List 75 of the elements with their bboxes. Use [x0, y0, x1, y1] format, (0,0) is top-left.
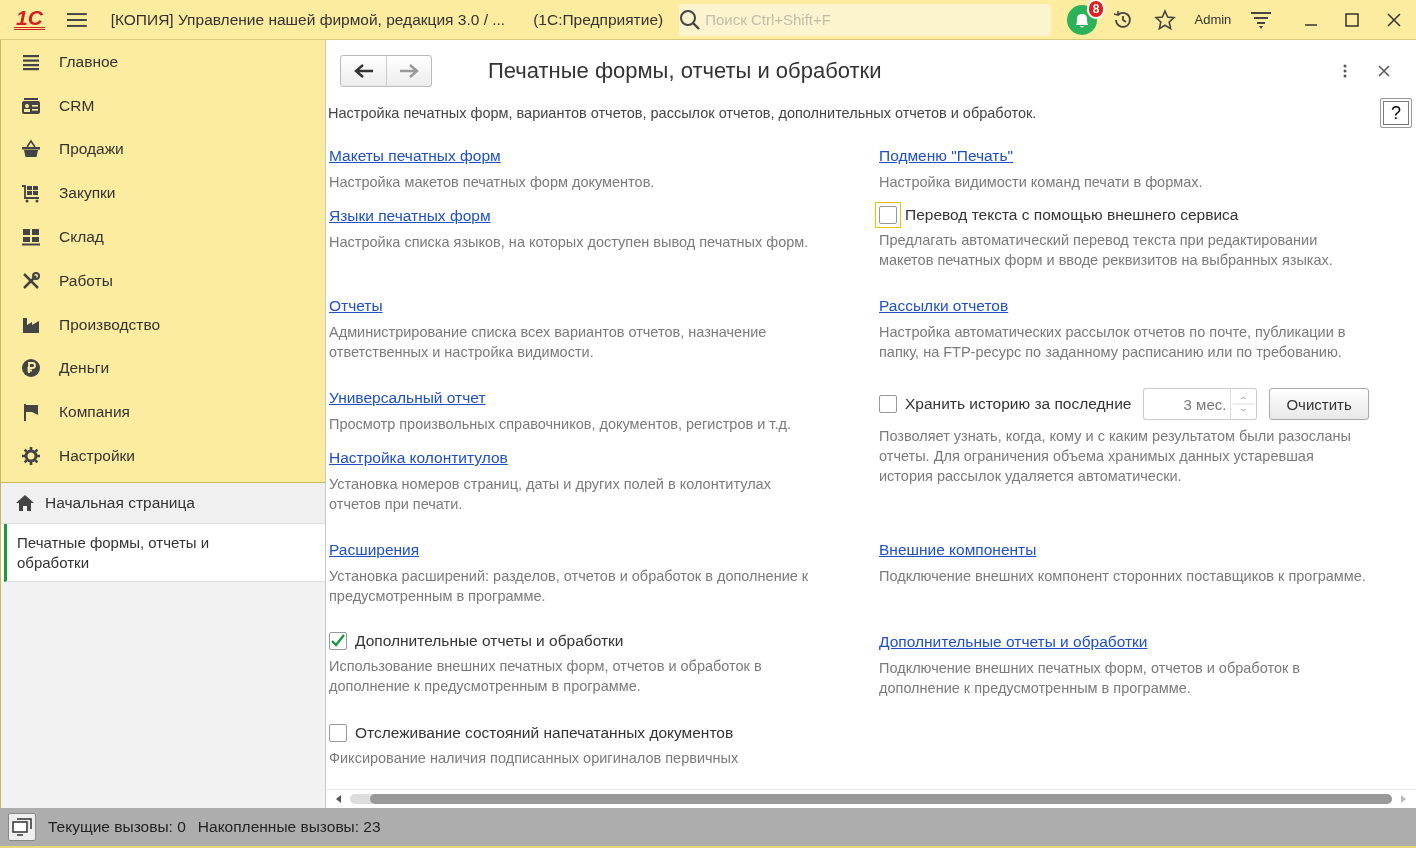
window-title: [КОПИЯ] Управление нашей фирмой, редакция 3.0 / ...	[110, 10, 506, 29]
description-text: Использование внешних печатных форм, отчетов и обработок в дополнение к предусмотренным в программе.	[329, 657, 763, 696]
section-item[interactable]: Закупки	[1, 171, 325, 216]
description-text: Настройка автоматических рассылок отчетов по почте, публикации в папку, на FTP-ресурс по заданному расписанию или по требованию.	[879, 323, 1347, 362]
settings-link[interactable]: Языки печатных форм	[329, 206, 491, 226]
section-item[interactable]: Деньги	[1, 346, 325, 391]
coin-icon	[21, 358, 41, 379]
description-text: Настройка видимости команд печати в формах.	[879, 173, 1204, 192]
section-item[interactable]: Главное	[1, 40, 325, 84]
grid-icon	[21, 227, 41, 248]
home-icon	[15, 493, 35, 512]
checkbox[interactable]	[329, 724, 347, 742]
section-item[interactable]: Склад	[1, 215, 325, 259]
checkbox-label[interactable]: Хранить историю за последние	[905, 395, 1132, 413]
search-field[interactable]: Поиск Ctrl+Shift+F	[679, 3, 1052, 36]
right-arrow-icon	[399, 64, 419, 78]
more-icon[interactable]	[1342, 63, 1348, 79]
home-page-item[interactable]: Начальная страница	[1, 482, 325, 524]
current-calls-text: Текущие вызовы: 0	[48, 818, 186, 836]
monitor-icon[interactable]	[8, 813, 36, 841]
description-text: Позволяет узнать, когда, кому и с каким результатом были разосланы отчеты. Для ограничения объема хранимых данных устаревшая история рассылок удаляется автоматически.	[879, 427, 1352, 486]
checkbox-label[interactable]: Отслеживание состояний напечатанных документов	[355, 724, 734, 742]
checkbox-label[interactable]: Перевод текста с помощью внешнего сервиса	[905, 206, 1239, 224]
settings-link[interactable]: Настройка колонтитулов	[329, 448, 508, 468]
flag-icon	[21, 402, 41, 423]
contact-card-icon	[21, 95, 41, 116]
description-text: Установка расширений: разделов, отчетов и обработок в дополнение к предусмотренным в программе.	[329, 567, 810, 606]
gear-icon	[21, 446, 41, 467]
section-item[interactable]: Настройки	[1, 434, 325, 478]
left-arrow-icon	[353, 64, 374, 78]
section-item[interactable]: Работы	[1, 259, 325, 303]
cart-icon	[21, 183, 41, 204]
accumulated-calls-text: Накопленные вызовы: 23	[197, 818, 381, 836]
settings-link[interactable]: Внешние компоненты	[879, 540, 1037, 560]
description-text: Настройка списка языков, на которых доступен вывод печатных форм.	[329, 233, 810, 252]
description-text: Подключение внешних компонент сторонних поставщиков к программе.	[879, 567, 1367, 586]
form-title: Печатные формы, отчеты и обработки	[488, 58, 883, 84]
user-name[interactable]: Admin	[1194, 12, 1232, 27]
description-text: Администрирование списка всех вариантов отчетов, назначение ответственных и настройка видимости.	[329, 323, 768, 362]
help-button[interactable]: ?	[1380, 98, 1412, 128]
section-item[interactable]: CRM	[1, 83, 325, 128]
clear-button[interactable]: Очистить	[1269, 388, 1369, 420]
checkbox[interactable]	[329, 632, 347, 650]
checkbox-label[interactable]: Дополнительные отчеты и обработки	[355, 632, 624, 650]
open-window-item[interactable]: Печатные формы, отчеты и обработки	[4, 523, 325, 582]
description-text: Фиксирование наличия подписанных оригиналов первичных	[329, 749, 740, 768]
menu-icon[interactable]	[66, 11, 87, 28]
form-description: Настройка печатных форм, вариантов отчетов, рассылок отчетов, дополнительных отчетов и обработок.	[328, 105, 1038, 121]
settings-link[interactable]: Расширения	[329, 540, 420, 560]
settings-link[interactable]: Универсальный отчет	[329, 388, 486, 408]
basket-icon	[21, 139, 41, 160]
settings-link[interactable]: Дополнительные отчеты и обработки	[879, 632, 1148, 652]
section-item[interactable]: Продажи	[1, 127, 325, 172]
period-field[interactable]: 3 мес.	[1143, 388, 1232, 420]
scroll-left-icon[interactable]	[336, 795, 342, 803]
close-icon[interactable]	[1378, 65, 1390, 77]
description-text: Просмотр произвольных справочников, документов, регистров и т.д.	[329, 415, 792, 434]
section-item[interactable]: Компания	[1, 390, 325, 435]
description-text: Подключение внешних печатных форм, отчетов и обработок в дополнение к предусмотренным в программе.	[879, 659, 1302, 698]
app-logo: 1С	[14, 9, 45, 30]
settings-link[interactable]: Рассылки отчетов	[879, 296, 1009, 316]
settings-link[interactable]: Отчеты	[329, 296, 383, 316]
checkbox[interactable]	[879, 395, 897, 413]
description-text: Установка номеров страниц, даты и других полей в колонтитулах отчетов при печати.	[329, 475, 772, 514]
notification-count: 8	[1087, 0, 1106, 19]
section-item[interactable]: Производство	[1, 302, 325, 347]
search-icon	[679, 8, 702, 31]
description-text: Предлагать автоматический перевод текста при редактировании макетов печатных форм и вводе реквизитов на выбранных языках.	[879, 231, 1334, 270]
tools-icon	[21, 270, 41, 291]
horizontal-scrollbar[interactable]	[350, 794, 1392, 804]
settings-link[interactable]: Подменю "Печать"	[879, 146, 1013, 166]
description-text: Настройка макетов печатных форм документов.	[329, 173, 656, 192]
bell-icon[interactable]	[1067, 4, 1098, 35]
app-name: (1С:Предприятие)	[533, 10, 664, 29]
settings-link[interactable]: Макеты печатных форм	[329, 146, 501, 166]
